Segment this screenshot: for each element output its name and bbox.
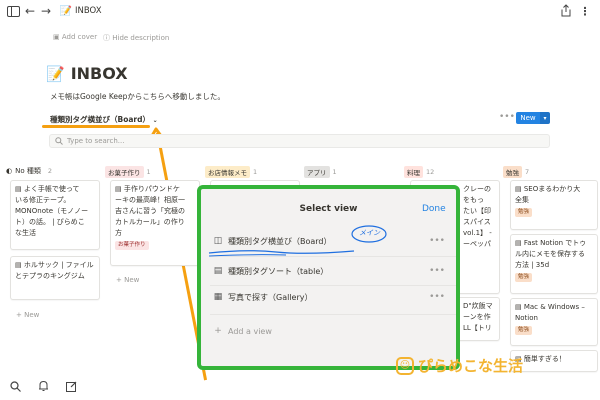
add-cover-button[interactable]: ▣ Add cover	[53, 33, 97, 41]
top-bar: ← → 📝 INBOX ⋮	[0, 0, 600, 24]
new-caret-button[interactable]: ▾	[540, 112, 550, 124]
green-highlight-frame	[197, 185, 460, 370]
watermark: ☺ ぴらめこな生活	[396, 355, 523, 376]
memo-icon: 📝	[59, 5, 73, 17]
board-card[interactable]: ▤ よく手帳で使って いる修正テープ。 MONOnote（モノノー ト）の話。 …	[10, 180, 100, 250]
board-card[interactable]: ▤ SEOまるわかり大 全集 勉強	[510, 180, 598, 230]
back-arrow-icon[interactable]: ←	[24, 4, 36, 18]
document-icon: ▤	[15, 185, 24, 193]
hide-description-button[interactable]: ⓘ Hide description	[103, 33, 169, 43]
search-input[interactable]: Type to search...	[49, 134, 550, 148]
page-title: 📝 INBOX	[46, 64, 128, 83]
chevron-down-icon: ⌄	[152, 117, 158, 124]
document-icon: ▤	[515, 303, 524, 311]
document-icon: ▤	[15, 261, 24, 269]
share-icon[interactable]	[560, 3, 572, 18]
board-card[interactable]: ▤ 手作りパウンドケ ーキの最高峰！相原一 吉さんに習う「究極の カトルカール」…	[110, 180, 200, 266]
board-card[interactable]: ▤ ホルサック | ファイル とテプラのキングジム	[10, 256, 100, 300]
memo-icon: 📝	[46, 64, 65, 83]
page-description: メモ帳はGoogle Keepからこちらへ移動しました。	[50, 92, 225, 101]
add-card-button[interactable]: + New	[116, 276, 139, 284]
column-header[interactable]: お店情報メモ 1	[205, 166, 257, 178]
view-more-button[interactable]: •••	[499, 112, 515, 122]
column-header[interactable]: ◐ No 種類 2	[6, 166, 52, 176]
document-icon: ▤	[515, 185, 524, 193]
board-card[interactable]: ▤ Fast Notion でトゥ ル内にメモを保存する 方法 | 35d 勉強	[510, 234, 598, 294]
breadcrumb-title[interactable]: INBOX	[75, 6, 102, 16]
sidebar-icon[interactable]	[6, 5, 20, 18]
search-icon	[55, 137, 63, 145]
orange-underline	[42, 125, 150, 128]
view-selector[interactable]: 種類別タグ横並び（Board） ⌄	[50, 114, 158, 125]
compose-icon[interactable]	[64, 379, 78, 393]
bell-icon[interactable]	[36, 379, 50, 393]
column-header[interactable]: アプリ 1	[304, 166, 337, 178]
search-icon[interactable]	[8, 379, 22, 393]
add-card-button[interactable]: + New	[16, 311, 39, 319]
document-icon: ▤	[115, 185, 124, 193]
bottom-bar	[0, 374, 600, 400]
board-card[interactable]: ▤ 簡単すぎる！	[510, 350, 598, 372]
column-header[interactable]: 料理 12	[404, 166, 434, 178]
column-header[interactable]: 勉強 7	[503, 166, 529, 178]
document-icon: ▤	[515, 239, 524, 247]
watermark-logo-icon: ☺	[396, 356, 414, 375]
new-button[interactable]: New	[516, 112, 540, 124]
forward-arrow-icon[interactable]: →	[40, 4, 52, 18]
board-card[interactable]: ▤ Mac & Windows – Notion 勉強	[510, 298, 598, 346]
column-header[interactable]: お菓子作り 1	[105, 166, 151, 178]
no-category-icon: ◐	[6, 167, 13, 175]
more-icon[interactable]: ⋮	[580, 4, 591, 18]
